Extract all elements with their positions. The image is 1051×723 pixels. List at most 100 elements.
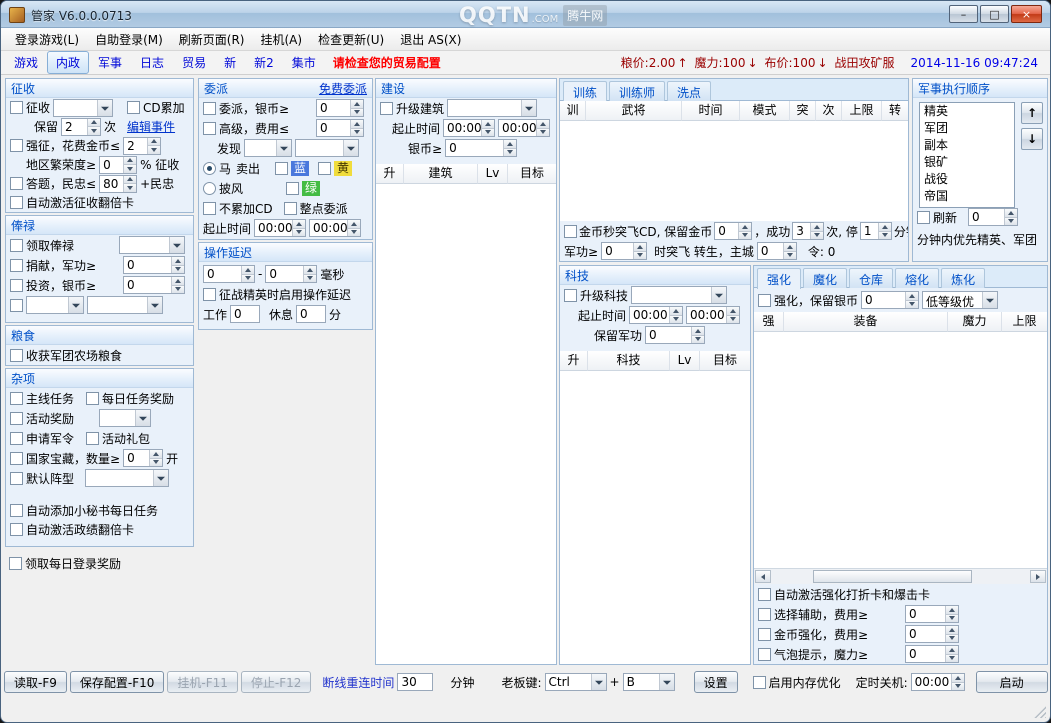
boss-key-select[interactable]: B bbox=[623, 673, 675, 691]
levy-checkbox[interactable] bbox=[10, 101, 23, 114]
tab-internal-affairs[interactable]: 内政 bbox=[47, 51, 89, 74]
close-button[interactable]: × bbox=[1011, 5, 1042, 23]
tech-start-time-spinner[interactable]: 00:00 bbox=[629, 306, 683, 324]
tab-warehouse[interactable]: 仓库 bbox=[849, 268, 893, 288]
enhance-keep-silver-spinner[interactable]: 0 bbox=[861, 291, 919, 309]
maximize-button[interactable]: □ bbox=[980, 5, 1009, 23]
invest-checkbox[interactable] bbox=[10, 279, 23, 292]
enhance-checkbox[interactable] bbox=[758, 294, 771, 307]
start-button[interactable]: 启动 bbox=[976, 671, 1048, 693]
column-header[interactable]: Lv bbox=[478, 164, 508, 184]
tab-new[interactable]: 新 bbox=[215, 51, 245, 74]
menu-refresh-page[interactable]: 刷新页面(R) bbox=[171, 28, 253, 51]
donate-merit-spinner[interactable]: 0 bbox=[123, 256, 185, 274]
merit-threshold-spinner[interactable]: 0 bbox=[601, 242, 647, 260]
edit-event-link[interactable]: 编辑事件 bbox=[127, 118, 175, 135]
military-order-list[interactable]: 精英 军团 副本 银矿 战役 帝国 bbox=[919, 102, 1015, 208]
treasure-count-spinner[interactable]: 0 bbox=[123, 449, 163, 467]
list-item[interactable]: 精英 bbox=[920, 103, 1014, 120]
hangup-button[interactable]: 挂机-F11 bbox=[167, 671, 238, 693]
bubble-tip-checkbox[interactable] bbox=[758, 648, 771, 661]
settings-button[interactable]: 设置 bbox=[694, 671, 738, 693]
tab-enhance[interactable]: 强化 bbox=[757, 268, 801, 289]
loyalty-spinner[interactable]: 80 bbox=[99, 175, 137, 193]
keep-times-spinner[interactable]: 2 bbox=[61, 118, 101, 136]
levy-mode-select[interactable] bbox=[53, 99, 113, 117]
building-select[interactable] bbox=[447, 99, 537, 117]
column-header[interactable]: 建筑 bbox=[404, 164, 478, 184]
free-delegate-link[interactable]: 免费委派 bbox=[319, 80, 367, 97]
delegate-start-time-spinner[interactable]: 00:00 bbox=[254, 219, 306, 237]
menu-auto-login[interactable]: 自助登录(M) bbox=[87, 28, 171, 51]
menu-hangup[interactable]: 挂机(A) bbox=[252, 28, 310, 51]
tab-market[interactable]: 集市 bbox=[283, 51, 325, 74]
area-prosperity-spinner[interactable]: 0 bbox=[99, 156, 137, 174]
auto-secretary-checkbox[interactable] bbox=[10, 504, 23, 517]
gold-cd-checkbox[interactable] bbox=[564, 225, 577, 238]
column-header[interactable]: 目标 bbox=[508, 164, 556, 184]
column-header[interactable]: 训 bbox=[560, 101, 586, 121]
tab-log[interactable]: 日志 bbox=[131, 51, 173, 74]
receive-salary-checkbox[interactable] bbox=[10, 239, 23, 252]
list-item[interactable]: 帝国 bbox=[920, 188, 1014, 205]
delay-min-spinner[interactable]: 0 bbox=[203, 265, 255, 283]
donate-checkbox[interactable] bbox=[10, 259, 23, 272]
discover-select-1[interactable] bbox=[244, 139, 292, 157]
scroll-left-button[interactable] bbox=[755, 570, 771, 583]
move-up-button[interactable]: ↑ bbox=[1021, 102, 1043, 124]
assist-cost-spinner[interactable]: 0 bbox=[905, 605, 959, 623]
column-header[interactable]: 上限 bbox=[842, 101, 882, 121]
stop-minutes-spinner[interactable]: 1 bbox=[860, 222, 892, 240]
cloak-radio[interactable] bbox=[203, 182, 216, 195]
force-levy-checkbox[interactable] bbox=[10, 139, 23, 152]
daily-reward-checkbox[interactable] bbox=[86, 392, 99, 405]
activity-gift-checkbox[interactable] bbox=[86, 432, 99, 445]
column-header[interactable]: 魔力 bbox=[948, 312, 1002, 332]
construction-table-body[interactable] bbox=[376, 184, 556, 664]
column-header[interactable]: 上限 bbox=[1002, 312, 1047, 332]
advanced-cost-spinner[interactable]: 0 bbox=[316, 119, 364, 137]
rest-minutes-input[interactable]: 0 bbox=[296, 305, 326, 323]
column-header[interactable]: 升 bbox=[376, 164, 404, 184]
national-treasure-checkbox[interactable] bbox=[10, 452, 23, 465]
gold-enhance-checkbox[interactable] bbox=[758, 628, 771, 641]
blue-quality-checkbox[interactable] bbox=[275, 162, 288, 175]
discover-select-2[interactable] bbox=[295, 139, 359, 157]
minimize-button[interactable]: – bbox=[949, 5, 978, 23]
list-item[interactable]: 银矿 bbox=[920, 154, 1014, 171]
apply-order-checkbox[interactable] bbox=[10, 432, 23, 445]
tech-table-body[interactable] bbox=[560, 371, 750, 664]
menu-check-update[interactable]: 检查更新(U) bbox=[310, 28, 392, 51]
yellow-quality-checkbox[interactable] bbox=[318, 162, 331, 175]
enhance-priority-select[interactable]: 低等级优 bbox=[922, 291, 998, 309]
main-quest-checkbox[interactable] bbox=[10, 392, 23, 405]
stop-button[interactable]: 停止-F12 bbox=[241, 671, 312, 693]
tab-game[interactable]: 游戏 bbox=[5, 51, 47, 74]
main-city-spinner[interactable]: 0 bbox=[757, 242, 797, 260]
tab-training[interactable]: 训练 bbox=[563, 81, 607, 102]
activity-select[interactable] bbox=[99, 409, 151, 427]
scroll-thumb[interactable] bbox=[813, 570, 972, 583]
column-header[interactable]: Lv bbox=[670, 351, 700, 371]
construction-silver-spinner[interactable]: 0 bbox=[445, 139, 517, 157]
work-minutes-input[interactable]: 0 bbox=[230, 305, 260, 323]
resize-grip[interactable] bbox=[1033, 705, 1046, 718]
harvest-farm-checkbox[interactable] bbox=[10, 349, 23, 362]
activity-reward-checkbox[interactable] bbox=[10, 412, 23, 425]
refresh-minutes-spinner[interactable]: 0 bbox=[968, 208, 1018, 226]
column-header[interactable]: 目标 bbox=[700, 351, 750, 371]
refresh-checkbox[interactable] bbox=[917, 211, 930, 224]
training-table-body[interactable] bbox=[560, 121, 908, 221]
column-header[interactable]: 转 bbox=[882, 101, 908, 121]
force-cost-spinner[interactable]: 2 bbox=[123, 137, 161, 155]
cd-accumulate-checkbox[interactable] bbox=[127, 101, 140, 114]
list-item[interactable]: 副本 bbox=[920, 137, 1014, 154]
read-button[interactable]: 读取-F9 bbox=[4, 671, 67, 693]
horse-radio[interactable] bbox=[203, 162, 216, 175]
enhance-hscrollbar[interactable] bbox=[754, 568, 1047, 584]
tab-trainer[interactable]: 训练师 bbox=[609, 81, 665, 101]
no-cd-accumulate-checkbox[interactable] bbox=[203, 202, 216, 215]
scroll-right-button[interactable] bbox=[1030, 570, 1046, 583]
tech-select[interactable] bbox=[631, 286, 727, 304]
salary-option-select-1[interactable] bbox=[26, 296, 84, 314]
